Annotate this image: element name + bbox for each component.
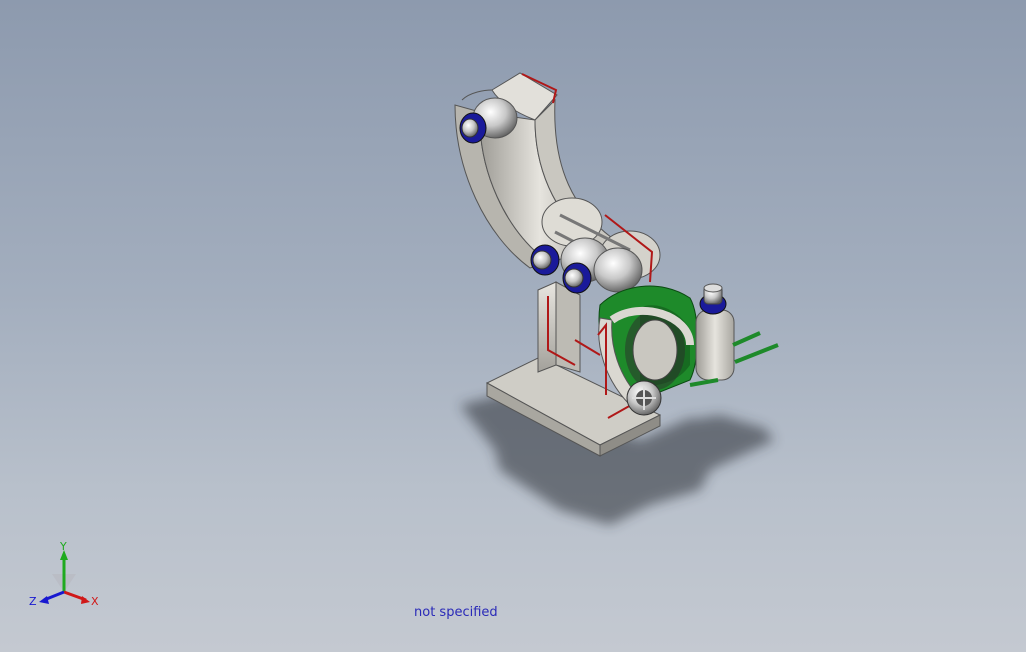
coordinate-triad: Y X Z — [29, 540, 99, 608]
right-bearing[interactable] — [562, 262, 592, 294]
model-view[interactable] — [0, 0, 1026, 652]
x-axis-label: X — [91, 595, 99, 608]
y-axis-label: Y — [59, 540, 67, 553]
support-column[interactable] — [537, 281, 601, 373]
x-axis-arrow — [81, 596, 90, 604]
material-status: not specified — [414, 605, 498, 620]
bottle[interactable] — [695, 283, 735, 381]
lower-wheel[interactable] — [626, 380, 662, 416]
left-bearing[interactable] — [530, 244, 560, 276]
graphics-viewport[interactable]: Y X Z not specified — [0, 0, 1026, 652]
z-axis-label: Z — [29, 595, 37, 608]
